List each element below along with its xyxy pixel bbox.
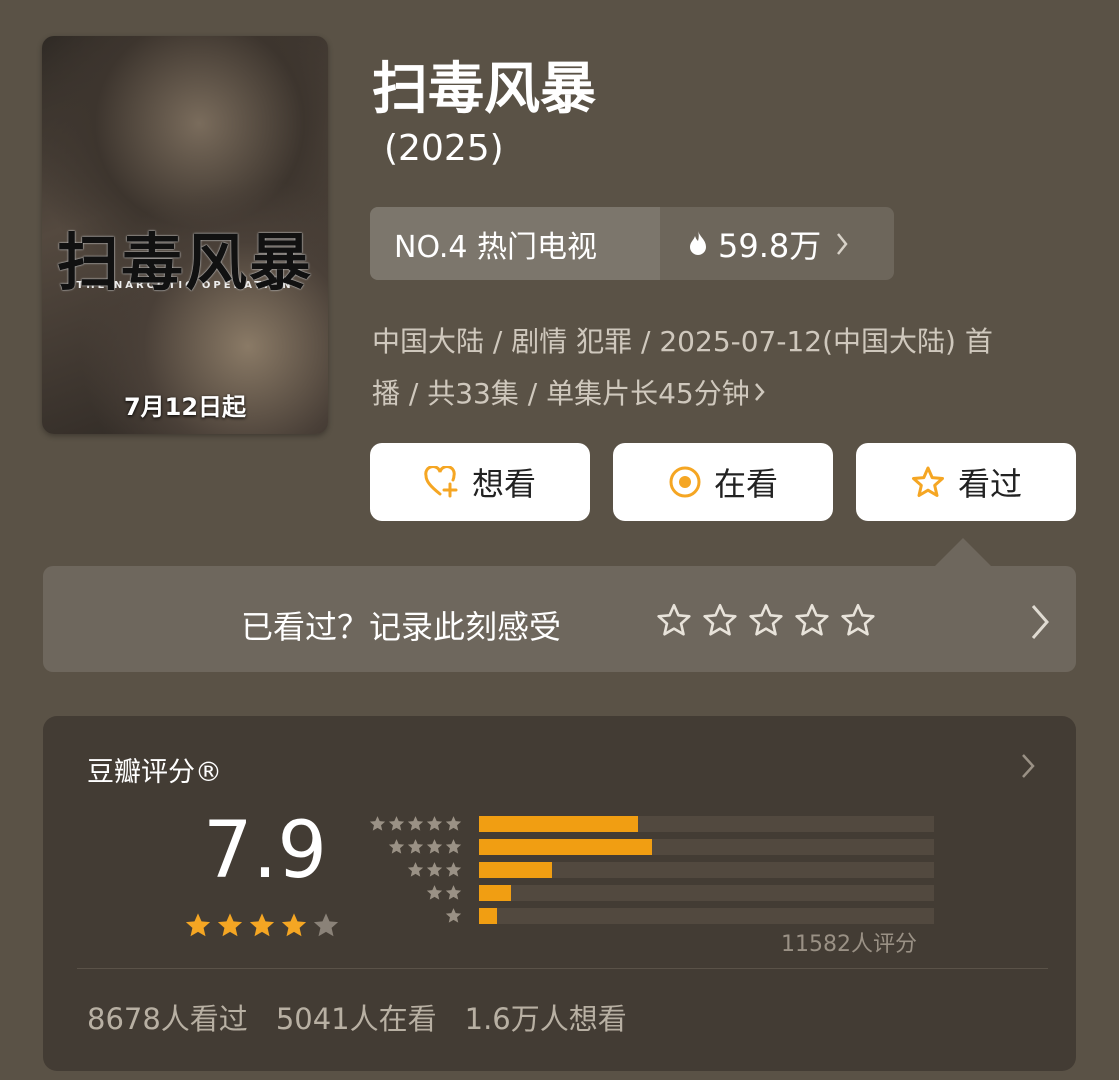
star-empty-icon [311,910,341,944]
distribution-row [363,881,938,903]
star-small-icon [444,906,463,929]
rating-card[interactable]: 豆瓣评分® 7.9 11582人评分 8678人看过 5041人在看 1.6万人… [43,716,1076,1071]
distribution-track [479,908,934,924]
star-outline-icon[interactable] [839,602,877,642]
distribution-row [363,812,938,834]
audience-stats: 8678人看过 5041人在看 1.6万人想看 [87,996,627,1038]
star-outline-icon[interactable] [701,602,739,642]
poster-title: 扫毒风暴 [56,226,313,299]
row-stars [387,837,463,860]
star-small-icon [444,814,463,837]
score-stars [183,910,341,944]
watching-label: 在看 [713,465,778,503]
distribution-row [363,858,938,880]
star-outline-icon[interactable] [655,602,693,642]
poster-image[interactable]: THE NARCOTIC OPERATION 扫毒风暴 7月12日起 [42,36,328,434]
star-small-icon [425,837,444,860]
chevron-right-icon [754,369,766,421]
chevron-right-icon[interactable] [1020,752,1036,784]
star-small-icon [387,814,406,837]
row-stars [444,906,463,929]
distribution-track [479,816,934,832]
watched-button[interactable]: 看过 [856,443,1076,521]
distribution-row [363,904,938,926]
target-icon [668,465,702,499]
distribution-bar [479,839,652,855]
watching-count: 5041人在看 [275,1002,437,1036]
star-small-icon [444,860,463,883]
distribution-bar [479,885,511,901]
star-filled-icon [183,910,213,944]
distribution-track [479,839,934,855]
star-outline-icon[interactable] [747,602,785,642]
chevron-right-icon [835,231,849,257]
meta-line-2-text: 播 / 共33集 / 单集片长45分钟 [372,377,750,410]
watermark [895,1040,1115,1070]
distribution-track [479,862,934,878]
star-small-icon [444,883,463,906]
chevron-right-icon[interactable] [1028,602,1052,646]
show-year: (2025) [384,128,504,169]
record-feeling-panel[interactable]: 已看过？记录此刻感受 [43,566,1076,672]
watching-button[interactable]: 在看 [613,443,833,521]
star-filled-icon [215,910,245,944]
distribution-row [363,835,938,857]
star-small-icon [406,837,425,860]
want-button[interactable]: 想看 [370,443,590,521]
rating-label: 豆瓣评分® [87,757,222,788]
row-stars [406,860,463,883]
heart-plus-icon [424,466,460,498]
flame-icon [686,230,710,258]
show-meta[interactable]: 中国大陆 / 剧情 犯罪 / 2025-07-12(中国大陆) 首 播 / 共3… [372,316,1062,421]
poster-date: 7月12日起 [123,393,247,421]
rating-score: 7.9 [203,806,328,896]
distribution-track [479,885,934,901]
distribution-bar [479,908,498,924]
show-title: 扫毒风暴 [372,57,596,122]
distribution-bar [479,816,639,832]
row-stars [425,883,463,906]
watched-count: 8678人看过 [87,1002,248,1036]
star-small-icon [406,860,425,883]
meta-line-1: 中国大陆 / 剧情 犯罪 / 2025-07-12(中国大陆) 首 [372,325,993,358]
heat-text: 59.8万 [718,226,822,265]
star-small-icon [425,860,444,883]
star-small-icon [425,814,444,837]
rank-pill[interactable]: NO.4 热门电视 59.8万 [370,207,894,280]
star-filled-icon [279,910,309,944]
rate-stars[interactable] [655,602,877,642]
meta-line-2: 播 / 共33集 / 单集片长45分钟 [372,368,1062,421]
record-prompt: 已看过？记录此刻感受 [241,608,562,646]
want-label: 想看 [471,465,536,503]
star-small-icon [406,814,425,837]
rank-label: NO.4 热门电视 [370,207,660,280]
panel-pointer [935,538,991,566]
distribution-bar [479,862,552,878]
want-count: 1.6万人想看 [464,1002,627,1036]
star-small-icon [387,837,406,860]
watched-label: 看过 [957,465,1022,503]
star-small-icon [444,837,463,860]
heat-value[interactable]: 59.8万 [660,207,894,280]
row-stars [368,814,463,837]
star-small-icon [425,883,444,906]
rating-count: 11582人评分 [781,932,917,957]
divider [77,968,1048,969]
star-outline-icon[interactable] [793,602,831,642]
star-small-icon [368,814,387,837]
star-outline-icon [910,465,946,499]
star-filled-icon [247,910,277,944]
